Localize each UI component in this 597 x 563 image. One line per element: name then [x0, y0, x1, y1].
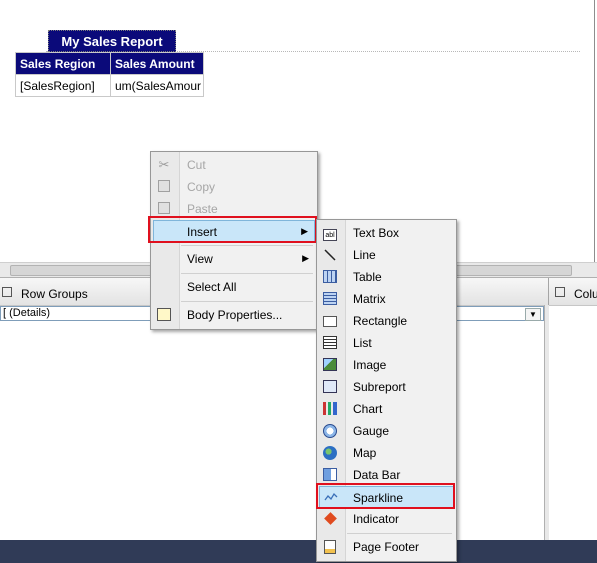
submenu-item-page-footer[interactable]: Page Footer — [319, 536, 454, 558]
matrix-icon — [323, 292, 337, 306]
list-label: List — [353, 336, 372, 350]
copy-icon — [157, 180, 171, 194]
paste-icon — [157, 202, 171, 216]
submenu-item-indicator[interactable]: Indicator — [319, 508, 454, 530]
grouping-pane-splitter[interactable] — [544, 305, 549, 540]
column-groups-label: Colu — [574, 287, 597, 301]
submenu-item-list[interactable]: List — [319, 332, 454, 354]
menu-separator — [181, 301, 313, 302]
menu-item-cut-label: Cut — [187, 158, 206, 172]
subreport-icon — [323, 380, 337, 394]
row-groups-icon — [2, 287, 12, 297]
menu-item-view[interactable]: View ▶ — [153, 248, 315, 270]
textbox-icon: abl — [323, 226, 337, 241]
sparkline-highlight-annotation — [316, 483, 455, 509]
tablix-data-row: [SalesRegion] um(SalesAmour — [15, 74, 204, 97]
submenu-item-text-box[interactable]: abl Text Box — [319, 222, 454, 244]
submenu-item-subreport[interactable]: Subreport — [319, 376, 454, 398]
submenu-separator — [347, 533, 452, 534]
menu-item-paste-label: Paste — [187, 202, 218, 216]
image-label: Image — [353, 358, 387, 372]
insert-highlight-annotation — [148, 216, 317, 243]
cell-sales-region[interactable]: [SalesRegion] — [15, 74, 111, 97]
line-label: Line — [353, 248, 376, 262]
submenu-item-image[interactable]: Image — [319, 354, 454, 376]
submenu-item-gauge[interactable]: Gauge — [319, 420, 454, 442]
submenu-item-table[interactable]: Table — [319, 266, 454, 288]
submenu-item-line[interactable]: Line — [319, 244, 454, 266]
body-properties-icon — [157, 308, 171, 322]
page-footer-label: Page Footer — [353, 540, 420, 554]
subreport-label: Subreport — [353, 380, 406, 394]
column-groups-icon — [555, 287, 565, 297]
map-label: Map — [353, 446, 377, 460]
chevron-right-icon: ▶ — [302, 253, 309, 263]
chart-icon — [323, 402, 337, 416]
menu-separator — [181, 273, 313, 274]
details-group-label: [ (Details) — [3, 307, 51, 319]
submenu-item-chart[interactable]: Chart — [319, 398, 454, 420]
scissors-icon: ✂ — [158, 157, 170, 172]
indicator-icon — [323, 512, 337, 526]
text-box-label: Text Box — [353, 226, 400, 240]
map-icon — [323, 446, 337, 460]
submenu-item-map[interactable]: Map — [319, 442, 454, 464]
submenu-item-rectangle[interactable]: Rectangle — [319, 310, 454, 332]
column-groups-header: Colu — [548, 278, 597, 306]
header-sales-amount[interactable]: Sales Amount — [110, 52, 204, 75]
submenu-item-matrix[interactable]: Matrix — [319, 288, 454, 310]
menu-item-cut[interactable]: ✂ Cut — [153, 154, 315, 176]
tablix-header-row: Sales Region Sales Amount — [15, 52, 204, 75]
sales-tablix[interactable]: Sales Region Sales Amount [SalesRegion] … — [15, 52, 204, 97]
menu-item-copy-label: Copy — [187, 180, 216, 194]
rectangle-label: Rectangle — [353, 314, 408, 328]
menu-item-select-all[interactable]: Select All — [153, 276, 315, 298]
matrix-label: Matrix — [353, 292, 386, 306]
status-bar — [0, 540, 597, 563]
indicator-label: Indicator — [353, 512, 400, 526]
details-dropdown-button[interactable]: ▼ — [525, 308, 541, 321]
menu-item-body-properties-label: Body Properties... — [187, 308, 283, 322]
list-icon — [323, 336, 337, 350]
line-icon — [323, 248, 337, 262]
insert-submenu: abl Text Box Line Table Matrix Rectangle… — [316, 219, 457, 562]
gauge-label: Gauge — [353, 424, 390, 438]
menu-item-copy[interactable]: Copy — [153, 176, 315, 198]
report-title-textbox[interactable]: My Sales Report — [48, 30, 176, 52]
header-sales-region[interactable]: Sales Region — [15, 52, 111, 75]
data-bar-label: Data Bar — [353, 468, 401, 482]
page-footer-icon — [323, 540, 337, 554]
row-groups-label: Row Groups — [21, 287, 88, 301]
chart-label: Chart — [353, 402, 383, 416]
menu-item-select-all-label: Select All — [187, 280, 237, 294]
rectangle-icon — [323, 314, 337, 328]
menu-item-view-label: View — [187, 252, 213, 266]
table-icon — [323, 270, 337, 284]
design-left-margin — [0, 0, 15, 262]
image-icon — [323, 358, 337, 372]
menu-item-body-properties[interactable]: Body Properties... — [153, 304, 315, 326]
cell-sales-amount[interactable]: um(SalesAmour — [110, 74, 204, 97]
table-label: Table — [353, 270, 382, 284]
gauge-icon — [323, 424, 337, 438]
menu-separator — [181, 245, 313, 246]
data-bar-icon — [323, 468, 337, 482]
